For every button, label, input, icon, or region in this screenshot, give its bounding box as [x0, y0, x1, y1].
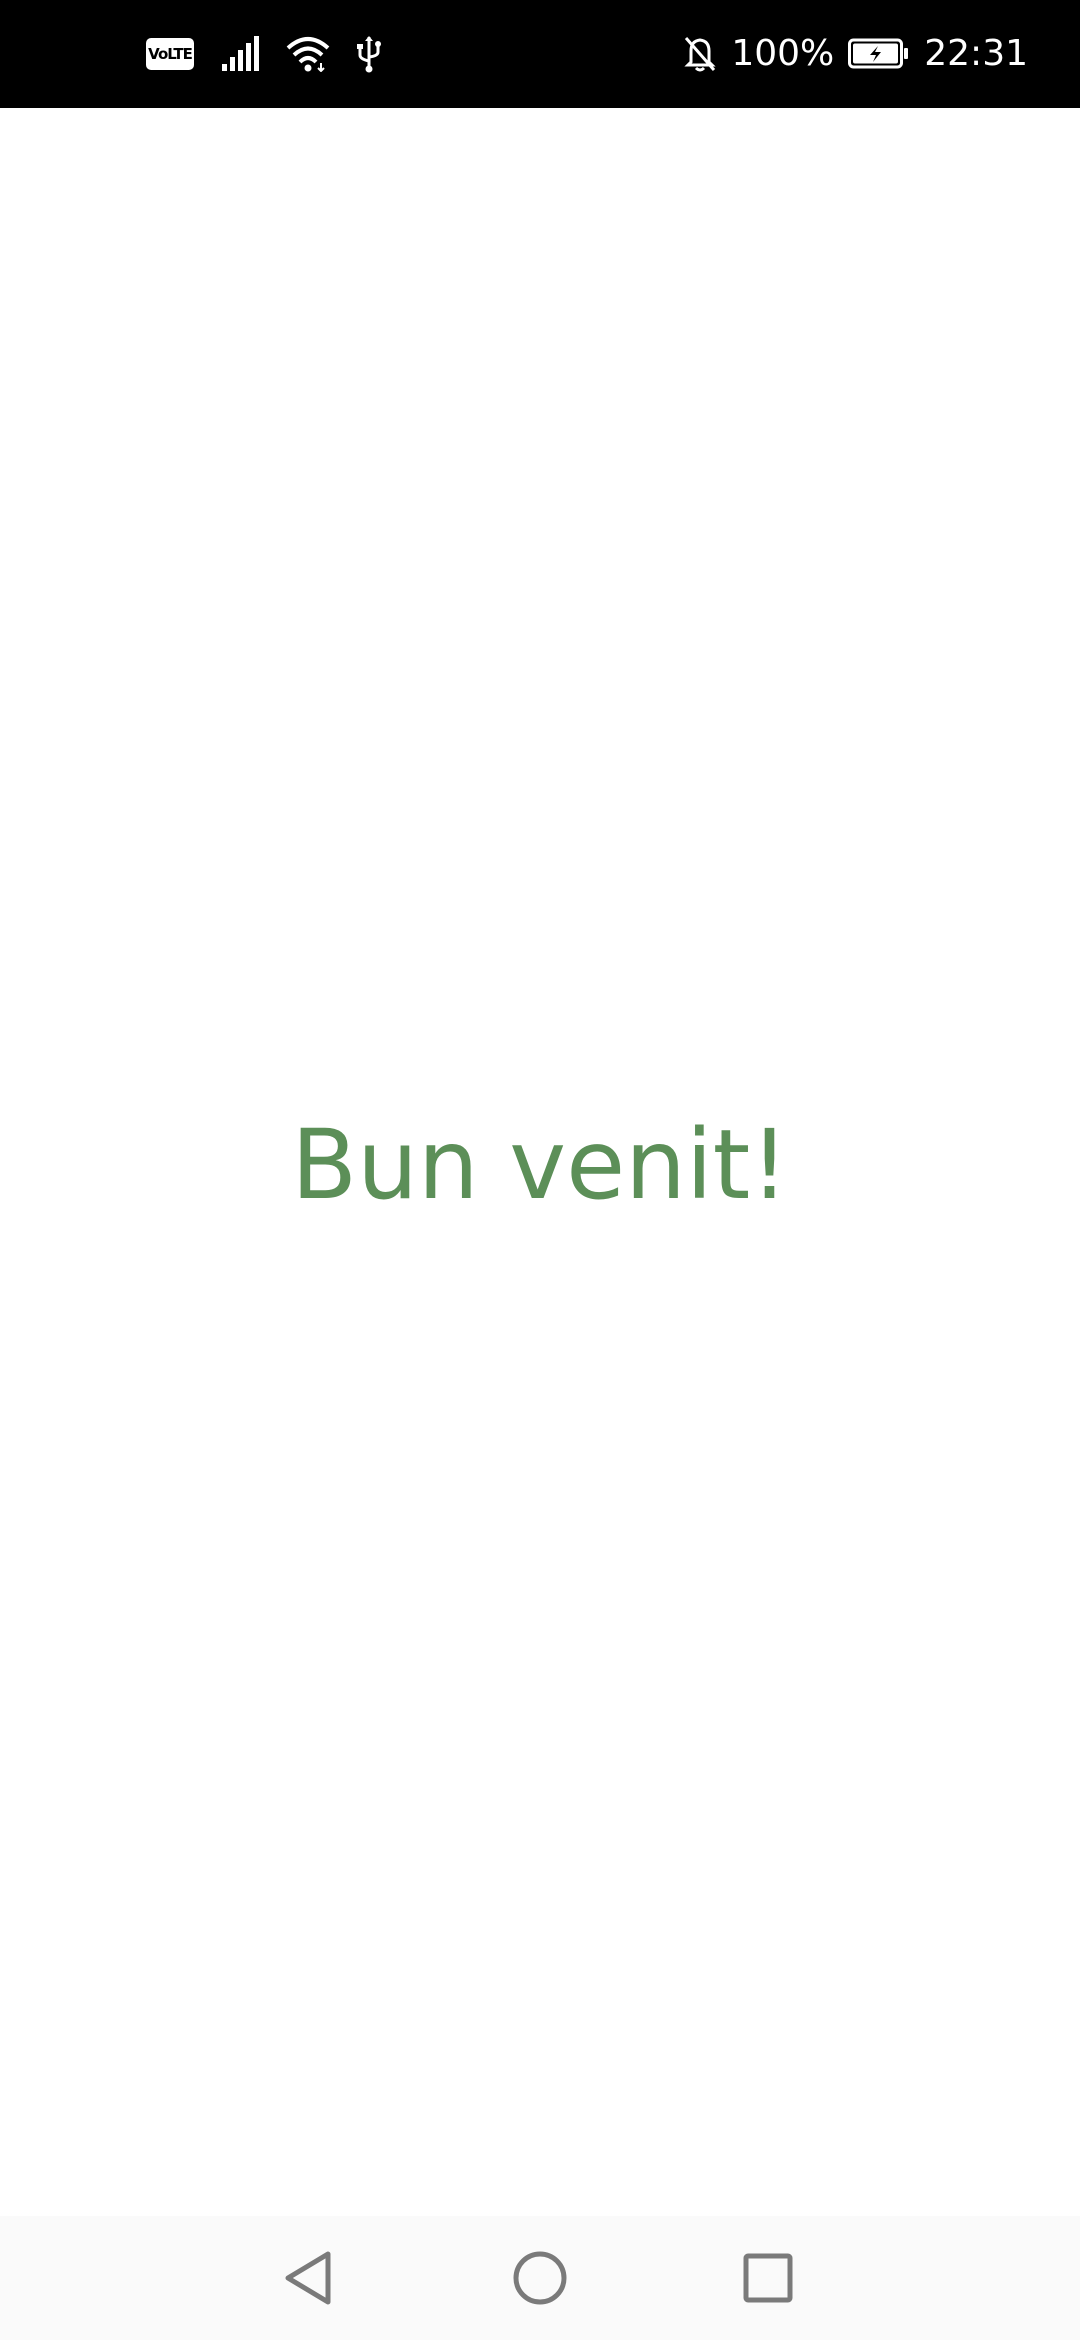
battery-percent: 100%: [731, 33, 835, 74]
recent-apps-icon: [743, 2253, 793, 2303]
recent-apps-button[interactable]: [728, 2238, 808, 2318]
home-button[interactable]: [500, 2238, 580, 2318]
status-bar-right: 100% 22:31: [683, 0, 1028, 108]
home-icon: [512, 2250, 568, 2306]
clock: 22:31: [924, 33, 1028, 74]
back-button[interactable]: [268, 2238, 348, 2318]
main-content: Bun venit!: [0, 108, 1080, 2216]
status-bar-left: VoLTE: [146, 0, 382, 108]
wifi-icon: [286, 36, 330, 72]
navigation-bar: [0, 2216, 1080, 2340]
signal-icon: [220, 36, 260, 72]
welcome-title: Bun venit!: [291, 1109, 789, 1221]
volte-icon: VoLTE: [146, 38, 194, 70]
bell-off-icon: [683, 35, 717, 73]
battery-charging-icon: [848, 38, 910, 70]
status-bar: VoLTE 100% 22:31: [0, 0, 1080, 108]
screen: VoLTE 100% 22:31 Bun venit!: [0, 0, 1080, 2340]
usb-icon: [356, 35, 382, 73]
back-icon: [282, 2250, 334, 2306]
